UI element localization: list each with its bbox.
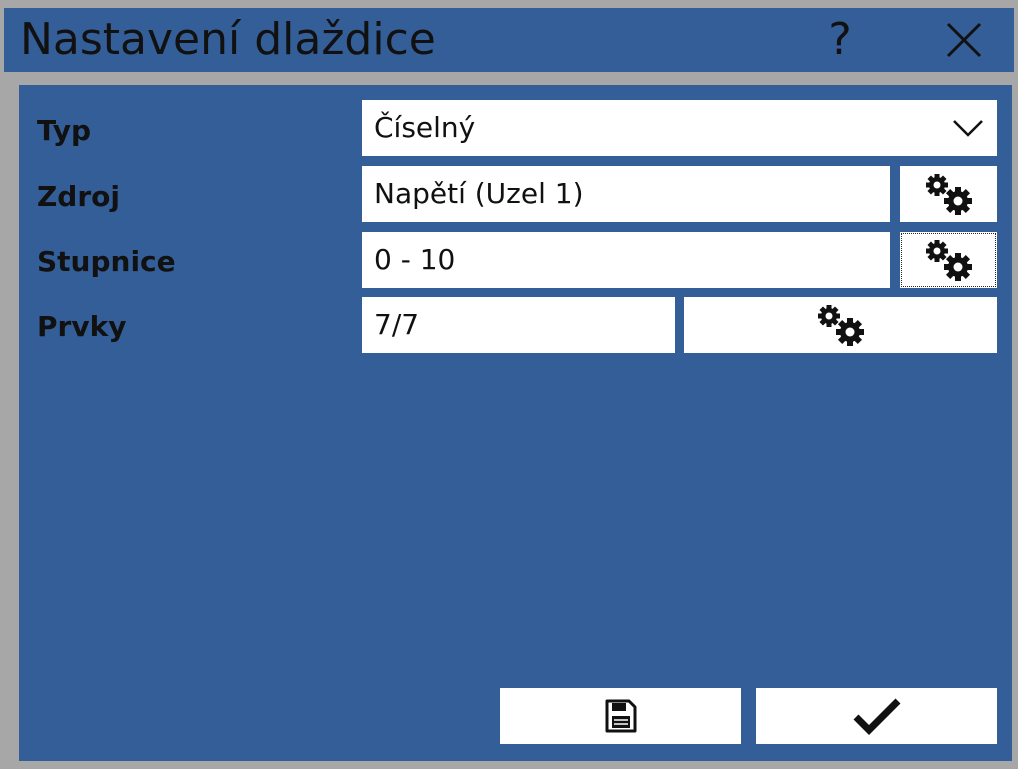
dialog-content: Typ Číselný Zdroj Napětí (Uzel 1) Stupni… <box>19 85 1012 761</box>
save-button[interactable] <box>500 688 741 744</box>
scale-settings-button[interactable] <box>900 232 997 288</box>
scale-label: Stupnice <box>37 245 176 278</box>
gears-icon <box>817 305 864 346</box>
type-label: Typ <box>37 114 92 147</box>
type-dropdown[interactable]: Číselný <box>362 100 997 156</box>
close-button[interactable] <box>936 12 992 68</box>
tile-settings-dialog: Nastavení dlaždice ? Typ Číselný Zdroj N… <box>0 0 1018 769</box>
source-label: Zdroj <box>37 180 120 213</box>
question-mark-icon: ? <box>828 14 852 65</box>
scale-value: 0 - 10 <box>374 243 456 276</box>
floppy-disk-icon <box>605 699 636 733</box>
gears-icon <box>925 240 972 281</box>
elements-field[interactable]: 7/7 <box>362 297 675 353</box>
elements-label: Prvky <box>37 310 127 343</box>
chevron-down-icon <box>953 120 983 137</box>
title-bar: Nastavení dlaždice ? <box>4 8 1014 72</box>
source-settings-button[interactable] <box>900 166 997 222</box>
source-value: Napětí (Uzel 1) <box>374 177 584 210</box>
dialog-title: Nastavení dlaždice <box>20 14 436 65</box>
gears-icon <box>925 174 972 215</box>
elements-value: 7/7 <box>374 308 420 341</box>
checkmark-icon <box>853 698 900 735</box>
confirm-button[interactable] <box>756 688 997 744</box>
close-icon <box>946 22 982 58</box>
source-field[interactable]: Napětí (Uzel 1) <box>362 166 890 222</box>
help-button[interactable]: ? <box>812 12 868 68</box>
type-value: Číselný <box>374 111 476 144</box>
elements-settings-button[interactable] <box>684 297 997 353</box>
scale-field[interactable]: 0 - 10 <box>362 232 890 288</box>
